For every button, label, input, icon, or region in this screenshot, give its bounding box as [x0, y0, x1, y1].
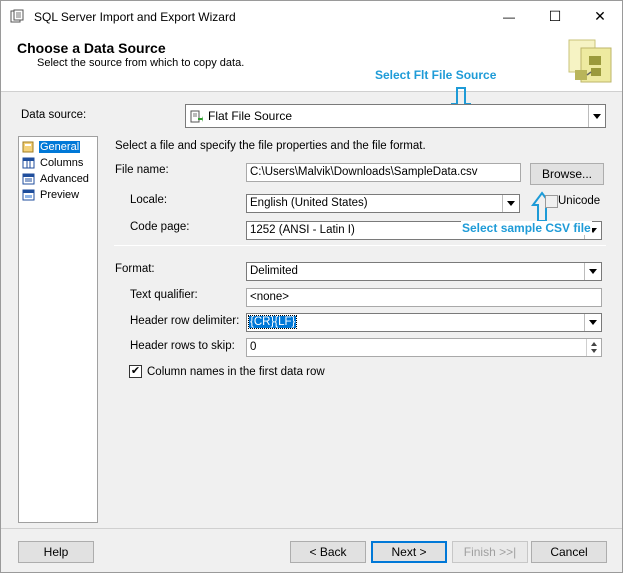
nav-item-preview[interactable]: Preview — [22, 188, 80, 202]
locale-label: Locale: — [130, 194, 168, 206]
nav-item-label: General — [39, 141, 81, 153]
file-name-label: File name: — [115, 164, 169, 176]
locale-value: English (United States) — [250, 197, 368, 209]
header-row-delimiter-dropdown[interactable]: {CR}{LF} — [246, 313, 602, 332]
nav-item-label: Preview — [40, 189, 80, 201]
maximize-icon: ☐ — [548, 8, 562, 24]
title-bar: SQL Server Import and Export Wizard — ☐ … — [1, 1, 622, 32]
flat-file-source-icon — [190, 110, 203, 123]
header-row-delimiter-dropdown-button[interactable] — [584, 314, 601, 331]
preview-icon — [22, 189, 35, 201]
spin-down-icon[interactable] — [591, 349, 597, 353]
nav-item-general[interactable]: General — [22, 140, 81, 154]
footer-divider — [1, 528, 622, 529]
text-qualifier-input[interactable]: <none> — [246, 288, 602, 307]
page-title: Choose a Data Source — [17, 40, 166, 56]
column-names-checkbox[interactable]: ✔ — [129, 365, 142, 378]
cancel-button[interactable]: Cancel — [531, 541, 607, 563]
window-title: SQL Server Import and Export Wizard — [34, 10, 236, 24]
code-page-value: 1252 (ANSI - Latin I) — [250, 224, 355, 236]
format-value: Delimited — [250, 265, 298, 277]
advanced-icon — [22, 173, 35, 185]
help-button-label: Help — [43, 545, 69, 559]
cancel-button-label: Cancel — [550, 545, 588, 559]
data-source-dropdown-button[interactable] — [588, 105, 605, 127]
locale-dropdown[interactable]: English (United States) — [246, 194, 520, 213]
locale-dropdown-button[interactable] — [502, 195, 519, 212]
column-names-label: Column names in the first data row — [147, 366, 325, 378]
code-page-label: Code page: — [130, 221, 190, 233]
nav-item-advanced[interactable]: Advanced — [22, 172, 90, 186]
text-qualifier-value: <none> — [250, 291, 290, 303]
close-button[interactable]: ✕ — [577, 1, 623, 32]
columns-icon — [22, 157, 35, 169]
header-rows-skip-label: Header rows to skip: — [130, 340, 235, 352]
help-button[interactable]: Help — [18, 541, 94, 563]
back-button[interactable]: < Back — [290, 541, 366, 563]
back-button-label: < Back — [309, 545, 347, 559]
minimize-icon: — — [503, 9, 515, 24]
next-button-label: Next > — [391, 545, 427, 559]
spin-up-icon[interactable] — [591, 342, 597, 346]
text-qualifier-label: Text qualifier: — [130, 289, 198, 301]
nav-item-label: Columns — [40, 157, 84, 169]
checkmark-icon: ✔ — [130, 365, 141, 377]
data-source-label: Data source: — [21, 109, 87, 121]
header-row-delimiter-label: Header row delimiter: — [130, 315, 240, 327]
nav-item-label: Advanced — [40, 173, 89, 185]
chevron-down-icon — [589, 320, 597, 325]
data-source-dropdown[interactable]: Flat File Source — [185, 104, 606, 128]
finish-button-label: Finish >>| — [463, 545, 517, 559]
unicode-label: Unicode — [558, 195, 601, 207]
file-name-value: C:\Users\Malvik\Downloads\SampleData.csv — [250, 166, 478, 178]
maximize-button[interactable]: ☐ — [532, 1, 578, 32]
wizard-app-icon — [10, 9, 24, 23]
general-description: Select a file and specify the file prope… — [115, 140, 426, 152]
nav-item-columns[interactable]: Columns — [22, 156, 84, 170]
browse-button-label: Browse... — [541, 167, 592, 181]
wizard-header: Choose a Data Source Select the source f… — [1, 32, 622, 92]
minimize-button[interactable]: — — [486, 1, 532, 32]
chevron-down-icon — [507, 201, 515, 206]
options-nav-panel: General Columns Advanced Preview — [18, 136, 98, 523]
browse-button[interactable]: Browse... — [530, 163, 604, 185]
wizard-header-graphic-icon — [568, 39, 612, 83]
annotation-select-source: Select Flt File Source — [375, 68, 497, 82]
data-source-value: Flat File Source — [208, 109, 293, 123]
format-dropdown-button[interactable] — [584, 263, 601, 280]
chevron-down-icon — [589, 269, 597, 274]
header-rows-skip-value: 0 — [250, 341, 257, 353]
finish-button[interactable]: Finish >>| — [452, 541, 528, 563]
spin-buttons[interactable] — [586, 339, 601, 356]
format-label: Format: — [115, 263, 155, 275]
section-divider — [114, 245, 606, 246]
close-icon: ✕ — [594, 8, 606, 24]
format-dropdown[interactable]: Delimited — [246, 262, 602, 281]
wizard-window: SQL Server Import and Export Wizard — ☐ … — [0, 0, 623, 573]
chevron-down-icon — [593, 113, 601, 119]
general-icon — [22, 141, 34, 153]
annotation-select-csv: Select sample CSV file — [461, 221, 592, 235]
header-rows-skip-stepper[interactable]: 0 — [246, 338, 602, 357]
page-subtitle: Select the source from which to copy dat… — [37, 57, 245, 69]
next-button[interactable]: Next > — [371, 541, 447, 563]
file-name-input[interactable]: C:\Users\Malvik\Downloads\SampleData.csv — [246, 163, 521, 182]
header-row-delimiter-value: {CR}{LF} — [247, 315, 298, 329]
unicode-checkbox[interactable] — [545, 195, 558, 208]
